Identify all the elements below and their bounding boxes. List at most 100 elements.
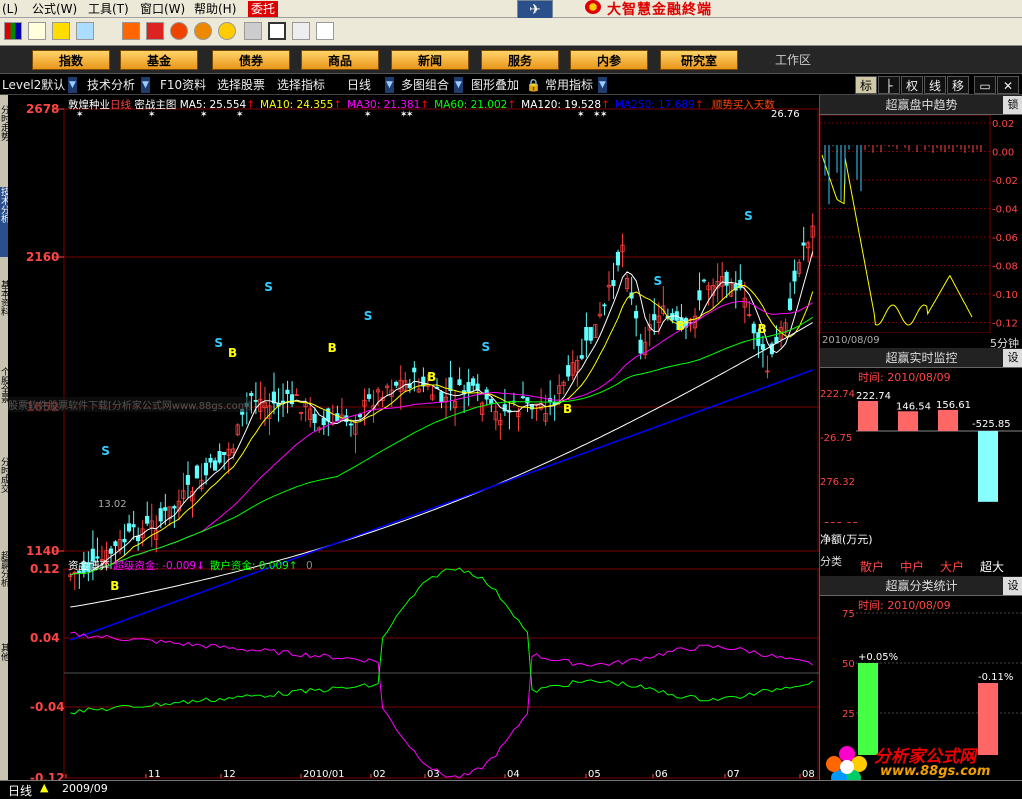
window-icon[interactable] <box>268 22 286 40</box>
nav-bond-button[interactable]: 债券 <box>212 50 290 70</box>
move-button[interactable]: 移 <box>947 76 969 94</box>
candle-body <box>285 389 290 394</box>
nav-service-button[interactable]: 服务 <box>481 50 559 70</box>
save-icon[interactable] <box>244 22 262 40</box>
dropdown-arrow-icon[interactable]: ▼ <box>598 77 607 93</box>
side-tab-overview[interactable]: 个股全景 <box>0 367 8 417</box>
chart-icon[interactable] <box>52 22 70 40</box>
monitor-settings-button[interactable]: 设 <box>1003 349 1022 367</box>
lock-button[interactable]: 锁 <box>1003 96 1022 114</box>
chart-area[interactable]: 26782160165211400.120.04-0.04-0.12111220… <box>8 95 819 780</box>
rights-button[interactable]: 权 <box>901 76 923 94</box>
quote-icon[interactable] <box>4 22 22 40</box>
oscillator-title[interactable]: 资金博弈 <box>68 560 110 572</box>
sell-signal-icon: S <box>654 274 663 288</box>
nav-index-button[interactable]: 指数 <box>32 50 110 70</box>
candle-body <box>280 400 286 403</box>
sell-signal-icon: S <box>101 444 110 458</box>
lock-icon[interactable]: 🔒 <box>526 77 541 93</box>
line-button[interactable]: 线 <box>924 76 946 94</box>
close-icon[interactable]: ✕ <box>997 76 1019 94</box>
side-tab-other[interactable]: 其他 <box>0 643 8 673</box>
candle-body <box>638 339 643 354</box>
nav-news-button[interactable]: 新闻 <box>391 50 469 70</box>
candle-body <box>792 270 797 282</box>
side-tab-ticks[interactable]: 分时成交 <box>0 457 8 517</box>
func-tech-analysis[interactable]: 技术分析 <box>87 77 135 93</box>
nav-fund-button[interactable]: 基金 <box>120 50 198 70</box>
grid-icon[interactable] <box>292 22 310 40</box>
monitor-bar <box>898 411 918 431</box>
stats-settings-button[interactable]: 设 <box>1003 577 1022 595</box>
template-label[interactable]: 密战主图 <box>134 99 176 111</box>
entrust-button[interactable]: 委托 <box>248 1 279 17</box>
monitor-y-label: 222.74 <box>820 389 855 400</box>
side-tab-tech[interactable]: 技术分析 <box>0 187 8 257</box>
dropdown-arrow-icon[interactable]: ▼ <box>141 77 150 93</box>
star-icon[interactable] <box>218 22 236 40</box>
osc-y-label: 0.12 <box>30 562 60 576</box>
func-select-stock[interactable]: 选择股票 <box>217 77 265 93</box>
right-panel: 超赢盘中趋势 锁 0.02 0.00 -0.02 -0.04 -0.06 -0.08 -0.… <box>819 95 1022 780</box>
arrow-up-icon: ↑ <box>246 99 256 111</box>
candle-body <box>787 298 793 311</box>
candle-body <box>652 314 657 321</box>
bottom-period-tab[interactable]: 日线 <box>8 782 32 799</box>
nav-insider-button[interactable]: 内参 <box>570 50 648 70</box>
func-select-indicator[interactable]: 选择指标 <box>277 77 325 93</box>
list-icon[interactable] <box>28 22 46 40</box>
func-multi-chart[interactable]: 多图组合 <box>401 77 449 93</box>
side-tab-basic[interactable]: 基本资料 <box>0 280 8 340</box>
x-axis-label: 06 <box>655 769 668 780</box>
candle-body <box>421 376 426 387</box>
triangle-up-icon[interactable]: ▲ <box>40 781 48 794</box>
chart-canvas[interactable]: 26782160165211400.120.04-0.04-0.12111220… <box>8 95 819 780</box>
trend-y-label: -0.08 <box>992 262 1018 273</box>
split-button[interactable]: ├ <box>878 76 900 94</box>
candle-body <box>335 413 340 422</box>
func-f10[interactable]: F10资料 <box>160 77 206 93</box>
people-icon[interactable] <box>76 22 94 40</box>
func-daily[interactable]: 日线 <box>347 77 371 93</box>
mark-button[interactable]: 标 <box>855 76 877 94</box>
ma-legend-item: MA30: 21.381↑ <box>347 99 430 111</box>
func-common-indicators[interactable]: 常用指标 <box>545 77 593 93</box>
func-level2-default[interactable]: Level2默认 <box>2 77 65 93</box>
nav-commodity-button[interactable]: 商品 <box>301 50 379 70</box>
monitor-bar <box>858 401 878 431</box>
oscillator-legend: 资金博弈 超级资金: -0.009↓ 散户资金: 0.009↑ 0 <box>68 558 313 573</box>
candle-body <box>126 523 132 532</box>
candle-body <box>615 251 621 266</box>
pencil-icon[interactable] <box>122 22 140 40</box>
candle-body <box>122 538 127 543</box>
dropdown-arrow-icon[interactable]: ▼ <box>68 77 77 93</box>
monitor-bar <box>978 431 998 502</box>
site-url[interactable]: www.88gs.com <box>880 764 990 779</box>
menu-item-window[interactable]: 窗口(W) <box>140 1 185 17</box>
nav-research-button[interactable]: 研究室 <box>660 50 738 70</box>
candle-body <box>222 451 227 456</box>
func-overlay[interactable]: 图形叠加 <box>471 77 519 93</box>
ma-legend-item: MA120: 19.528↑ <box>521 99 610 111</box>
workzone-label[interactable]: 工作区 <box>775 50 811 70</box>
tool-icon[interactable] <box>146 22 164 40</box>
diamond-icon[interactable] <box>170 22 188 40</box>
x-axis-label: 08 <box>802 769 815 780</box>
stock-name[interactable]: 敦煌种业 <box>68 99 110 111</box>
pointer-icon[interactable] <box>316 22 334 40</box>
trend-panel-header: 超赢盘中趋势 锁 <box>820 95 1022 115</box>
trend-y-label: -0.02 <box>992 176 1018 187</box>
candle-body <box>602 304 607 307</box>
restore-icon[interactable]: ▭ <box>974 76 996 94</box>
dropdown-arrow-icon[interactable]: ▼ <box>454 77 463 93</box>
menu-item-0[interactable]: (L) <box>2 1 18 17</box>
menu-item-help[interactable]: 帮助(H) <box>194 1 236 17</box>
low-price-label: 13.02 <box>98 499 127 510</box>
menu-item-formula[interactable]: 公式(W) <box>32 1 77 17</box>
side-tab-intraday[interactable]: 分时走势 <box>0 105 8 167</box>
dropdown-arrow-icon[interactable]: ▼ <box>385 77 394 93</box>
buy-signal-icon: B <box>228 346 237 360</box>
side-tab-chaoying[interactable]: 超赢分析 <box>0 551 8 621</box>
menu-item-tools[interactable]: 工具(T) <box>88 1 129 17</box>
target-icon[interactable] <box>194 22 212 40</box>
